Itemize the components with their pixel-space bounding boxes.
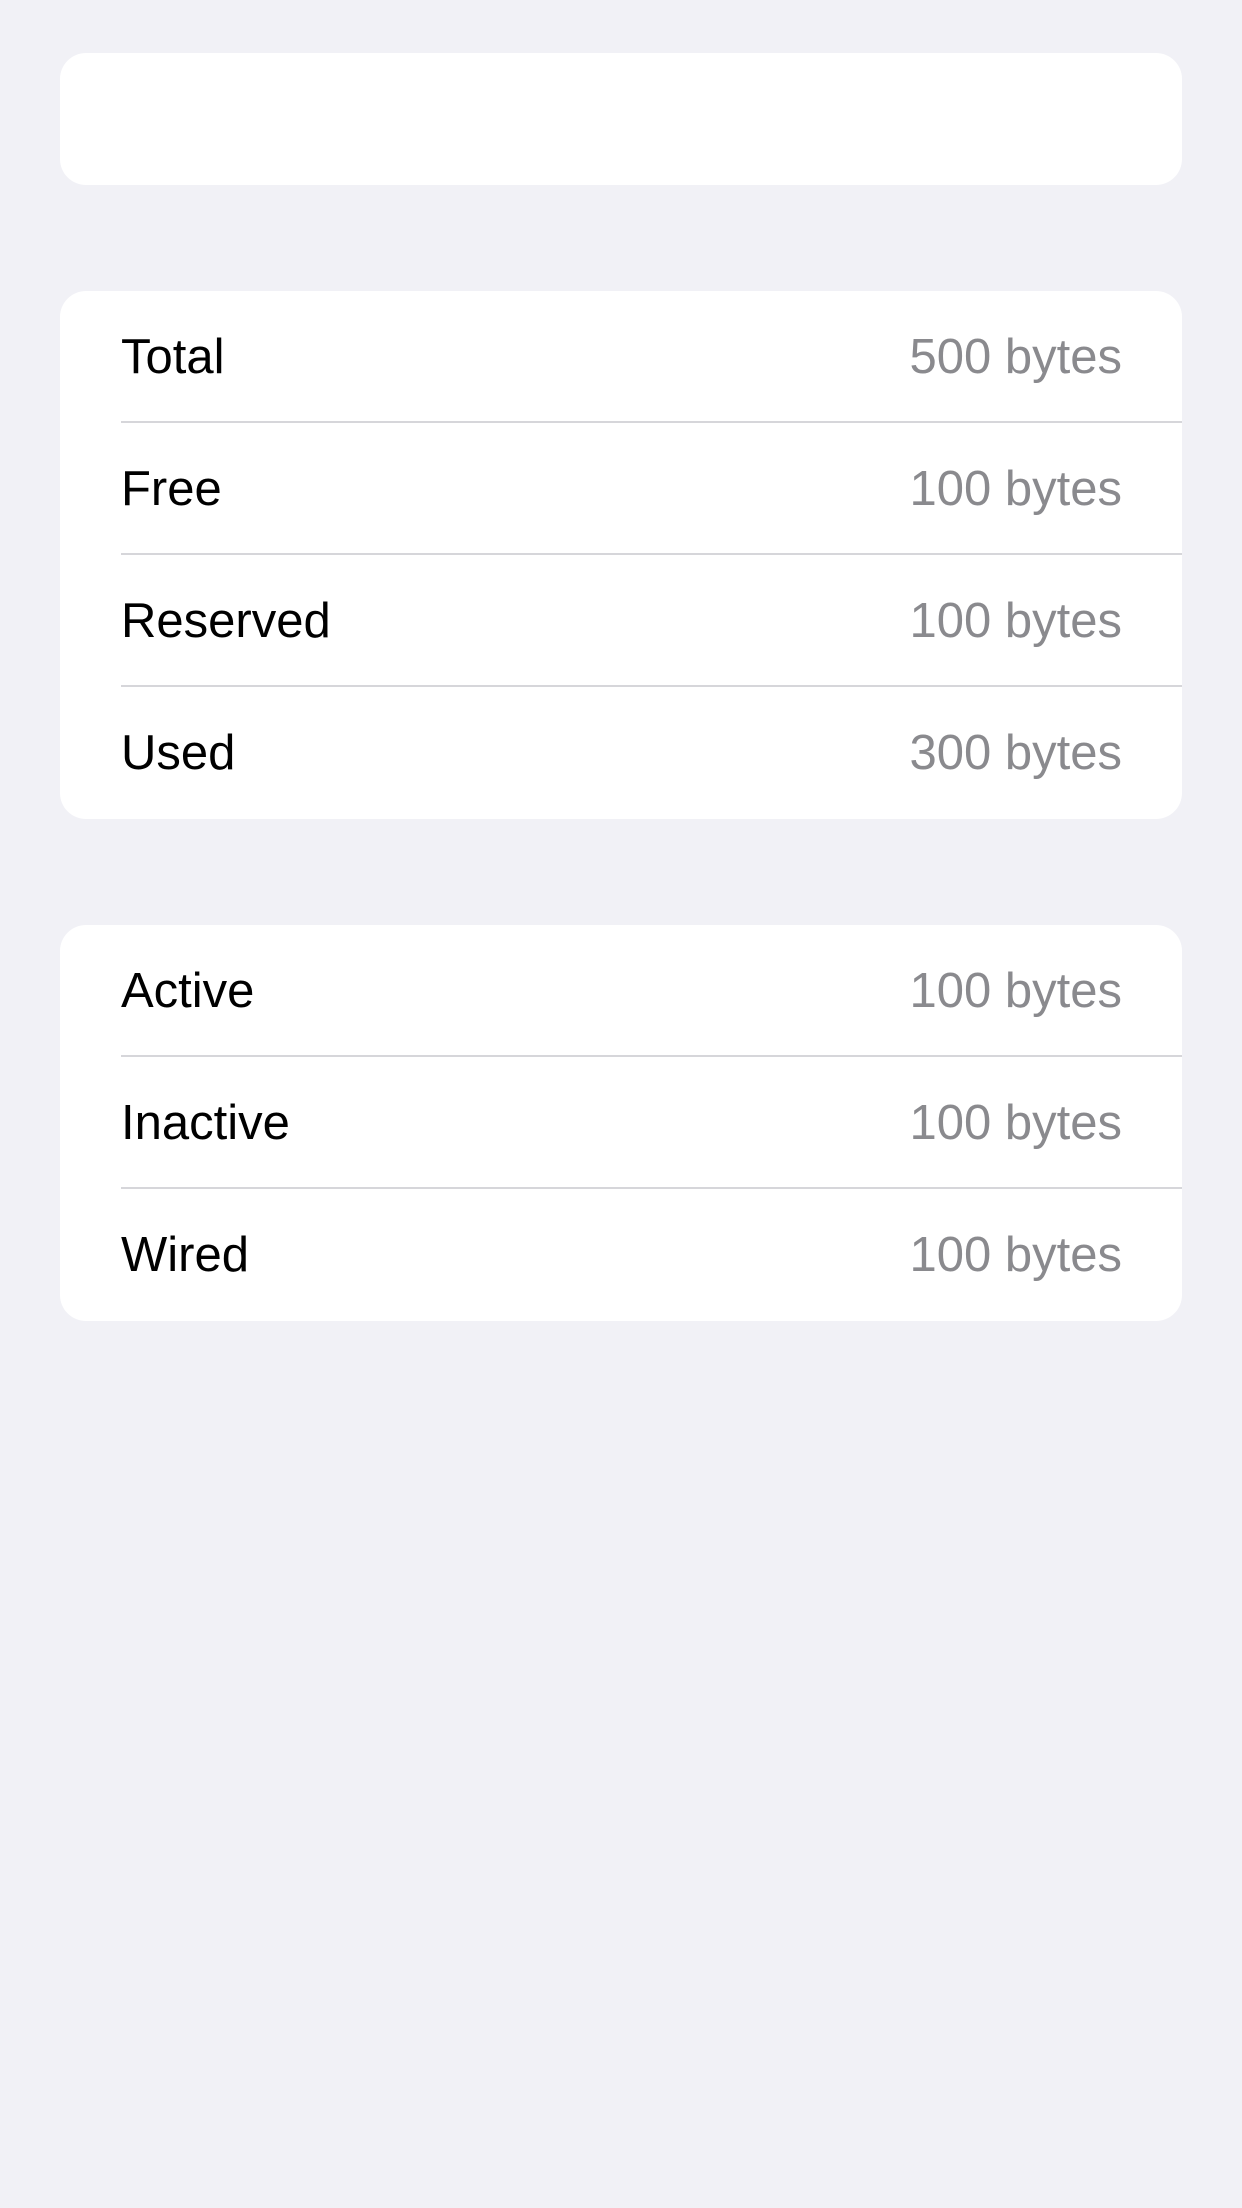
row-label: Reserved bbox=[121, 594, 331, 648]
memory-section: Active 100 bytes Inactive 100 bytes Wire… bbox=[60, 925, 1182, 1321]
row-value: 100 bytes bbox=[909, 594, 1123, 648]
list-row-reserved: Reserved 100 bytes bbox=[60, 555, 1182, 687]
row-value: 300 bytes bbox=[909, 726, 1123, 780]
row-value: 100 bytes bbox=[909, 964, 1123, 1018]
list-row-used: Used 300 bytes bbox=[60, 687, 1182, 819]
row-label: Active bbox=[121, 964, 255, 1018]
row-value: 500 bytes bbox=[909, 330, 1123, 384]
row-label: Wired bbox=[121, 1228, 249, 1282]
row-value: 100 bytes bbox=[909, 462, 1123, 516]
row-label: Used bbox=[121, 726, 236, 780]
row-label: Total bbox=[121, 330, 225, 384]
list-row-inactive: Inactive 100 bytes bbox=[60, 1057, 1182, 1189]
row-value: 100 bytes bbox=[909, 1096, 1123, 1150]
row-value: 100 bytes bbox=[909, 1228, 1123, 1282]
list-row-free: Free 100 bytes bbox=[60, 423, 1182, 555]
top-empty-card bbox=[60, 53, 1182, 185]
row-label: Inactive bbox=[121, 1096, 290, 1150]
storage-section: Total 500 bytes Free 100 bytes Reserved … bbox=[60, 291, 1182, 819]
row-label: Free bbox=[121, 462, 222, 516]
list-row-total: Total 500 bytes bbox=[60, 291, 1182, 423]
list-row-active: Active 100 bytes bbox=[60, 925, 1182, 1057]
list-row-wired: Wired 100 bytes bbox=[60, 1189, 1182, 1321]
